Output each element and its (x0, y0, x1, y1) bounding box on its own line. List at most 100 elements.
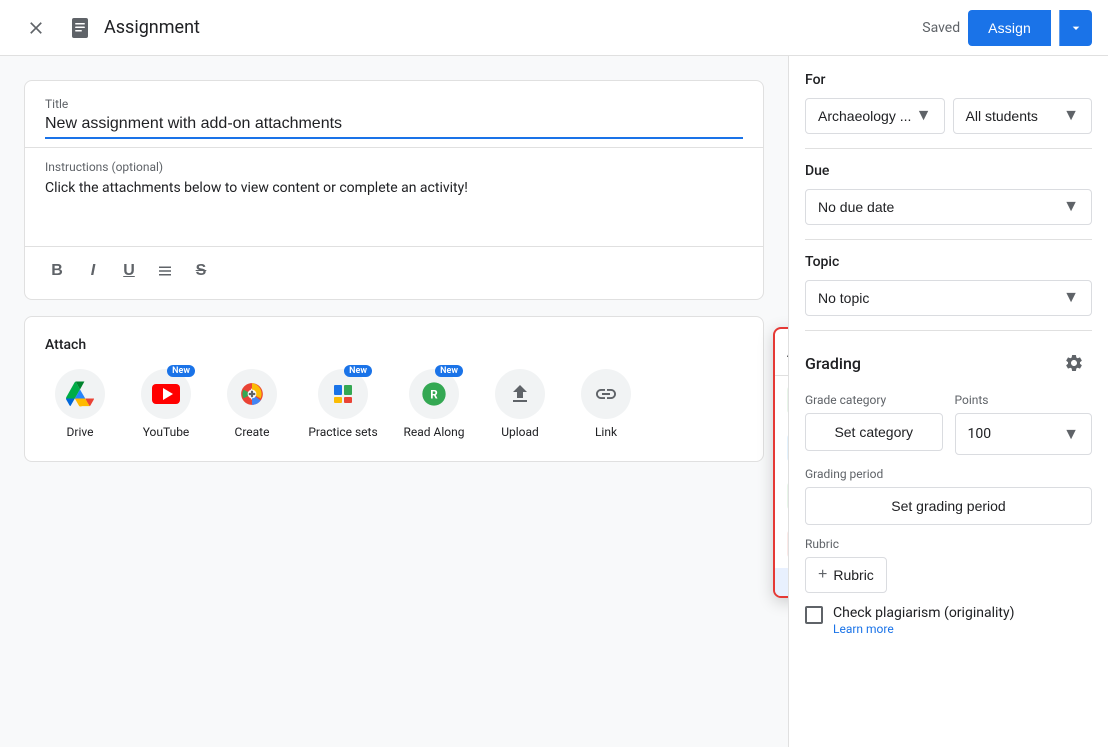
add-rubric-button[interactable]: + Rubric (805, 557, 887, 593)
addon-item-geology-1[interactable]: G The Geology Proj... (775, 376, 788, 424)
create-label: Create (235, 425, 270, 441)
drive-icon-wrap (55, 369, 105, 419)
strikethrough-button[interactable]: S (185, 255, 217, 287)
points-chevron: ▼ (1063, 424, 1079, 444)
due-value: No due date (818, 199, 894, 215)
attach-item-read-along[interactable]: New R Read Along (399, 369, 469, 441)
topic-chevron: ▼ (1063, 289, 1079, 307)
attach-item-drive[interactable]: Drive (45, 369, 115, 441)
divider-1 (805, 148, 1092, 149)
instructions-label: Instructions (optional) (45, 160, 743, 174)
saved-status: Saved (922, 20, 960, 36)
attach-item-upload[interactable]: Upload (485, 369, 555, 441)
class-select[interactable]: Archaeology ... ▼ (805, 98, 945, 134)
bold-button[interactable]: B (41, 255, 73, 287)
addons-header: Add-ons (775, 329, 788, 376)
attach-item-link[interactable]: Link (571, 369, 641, 441)
grade-category-row: Grade category Set category Points 100 ▼ (805, 393, 1092, 455)
plus-icon: + (818, 566, 827, 584)
read-along-icon-wrap: New R (409, 369, 459, 419)
title-input[interactable] (45, 115, 743, 133)
assignment-doc-icon (68, 16, 92, 40)
addon-item-davidpuzzle[interactable]: D DavidPuzzle (775, 520, 788, 568)
plagiarism-row: Check plagiarism (originality) Learn mor… (805, 605, 1092, 637)
students-chevron: ▼ (1063, 107, 1079, 125)
link-label: Link (595, 425, 617, 441)
read-along-label: Read Along (404, 425, 465, 441)
close-icon (26, 18, 46, 38)
right-panel: For Archaeology ... ▼ All students ▼ Due… (788, 56, 1108, 747)
left-panel: Title Instructions (optional) Click the … (0, 56, 788, 747)
title-underline (45, 137, 743, 139)
upload-label: Upload (501, 425, 539, 441)
assign-dropdown-button[interactable] (1059, 10, 1092, 46)
link-icon-wrap (581, 369, 631, 419)
due-date-select[interactable]: No due date ▼ (805, 189, 1092, 225)
form-card: Title Instructions (optional) Click the … (24, 80, 764, 300)
addon-davidpuzzle-icon: D (787, 530, 788, 558)
class-chevron: ▼ (916, 107, 932, 125)
points-col: Points 100 ▼ (955, 393, 1093, 455)
gear-icon (1064, 353, 1084, 373)
grading-header: Grading (805, 345, 1092, 381)
main-layout: Title Instructions (optional) Click the … (0, 56, 1108, 747)
create-icon (239, 381, 265, 407)
attach-item-create[interactable]: Create (217, 369, 287, 441)
youtube-icon (152, 384, 180, 404)
drive-icon (66, 380, 94, 408)
instructions-text[interactable]: Click the attachments below to view cont… (45, 178, 743, 238)
topic-select[interactable]: No topic ▼ (805, 280, 1092, 316)
topic-value: No topic (818, 290, 869, 306)
learn-more-link[interactable]: Learn more (833, 622, 894, 636)
set-category-button[interactable]: Set category (805, 413, 943, 451)
youtube-icon-wrap: New (141, 369, 191, 419)
plagiarism-text: Check plagiarism (originality) Learn mor… (833, 605, 1092, 637)
addon-item-homeroom[interactable]: H Homeroom AddOn (775, 424, 788, 472)
addon-item-google-arts[interactable]: GA Google Arts & Cu... (775, 568, 788, 596)
due-chevron: ▼ (1063, 198, 1079, 216)
youtube-label: YouTube (143, 425, 190, 441)
instructions-section: Instructions (optional) Click the attach… (25, 148, 763, 246)
underline-button[interactable]: U (113, 255, 145, 287)
set-grading-period-button[interactable]: Set grading period (805, 487, 1092, 525)
practice-sets-new-badge: New (344, 365, 372, 377)
link-icon (594, 382, 618, 406)
addon-homeroom-icon: H (787, 434, 788, 462)
attach-item-youtube[interactable]: New YouTube (131, 369, 201, 441)
header: Assignment Saved Assign (0, 0, 1108, 56)
students-value: All students (966, 108, 1038, 124)
practice-sets-icon-wrap: New (318, 369, 368, 419)
upload-icon (508, 382, 532, 406)
grading-settings-button[interactable] (1056, 345, 1092, 381)
plagiarism-checkbox[interactable] (805, 606, 823, 624)
addon-google-arts-icon: GA (787, 578, 788, 596)
points-select[interactable]: 100 ▼ (955, 413, 1093, 455)
drive-label: Drive (67, 425, 94, 441)
practice-sets-icon (331, 382, 355, 406)
title-label: Title (45, 97, 743, 111)
upload-icon-wrap (495, 369, 545, 419)
grade-category-label: Grade category (805, 393, 943, 407)
close-button[interactable] (16, 8, 56, 48)
attach-label: Attach (45, 337, 743, 353)
addon-geology-2-icon: Ge (787, 482, 788, 510)
students-select[interactable]: All students ▼ (953, 98, 1093, 134)
list-button[interactable] (149, 255, 181, 287)
page-title: Assignment (104, 17, 200, 38)
italic-button[interactable]: I (77, 255, 109, 287)
assign-button[interactable]: Assign (968, 10, 1051, 46)
title-section: Title (25, 81, 763, 148)
plagiarism-label: Check plagiarism (originality) (833, 605, 1092, 621)
for-row: Archaeology ... ▼ All students ▼ (805, 98, 1092, 134)
attach-item-practice-sets[interactable]: New Practice sets (303, 369, 383, 441)
add-rubric-label: Rubric (833, 567, 873, 583)
attach-card: Attach Drive (24, 316, 764, 462)
youtube-new-badge: New (167, 365, 195, 377)
rubric-section: Rubric + Rubric (805, 537, 1092, 593)
divider-3 (805, 330, 1092, 331)
header-right: Saved Assign (922, 10, 1092, 46)
due-label: Due (805, 163, 1092, 179)
for-label: For (805, 72, 1092, 88)
list-icon (156, 262, 174, 280)
addon-item-geology-2[interactable]: Ge The Geology Proj... (775, 472, 788, 520)
